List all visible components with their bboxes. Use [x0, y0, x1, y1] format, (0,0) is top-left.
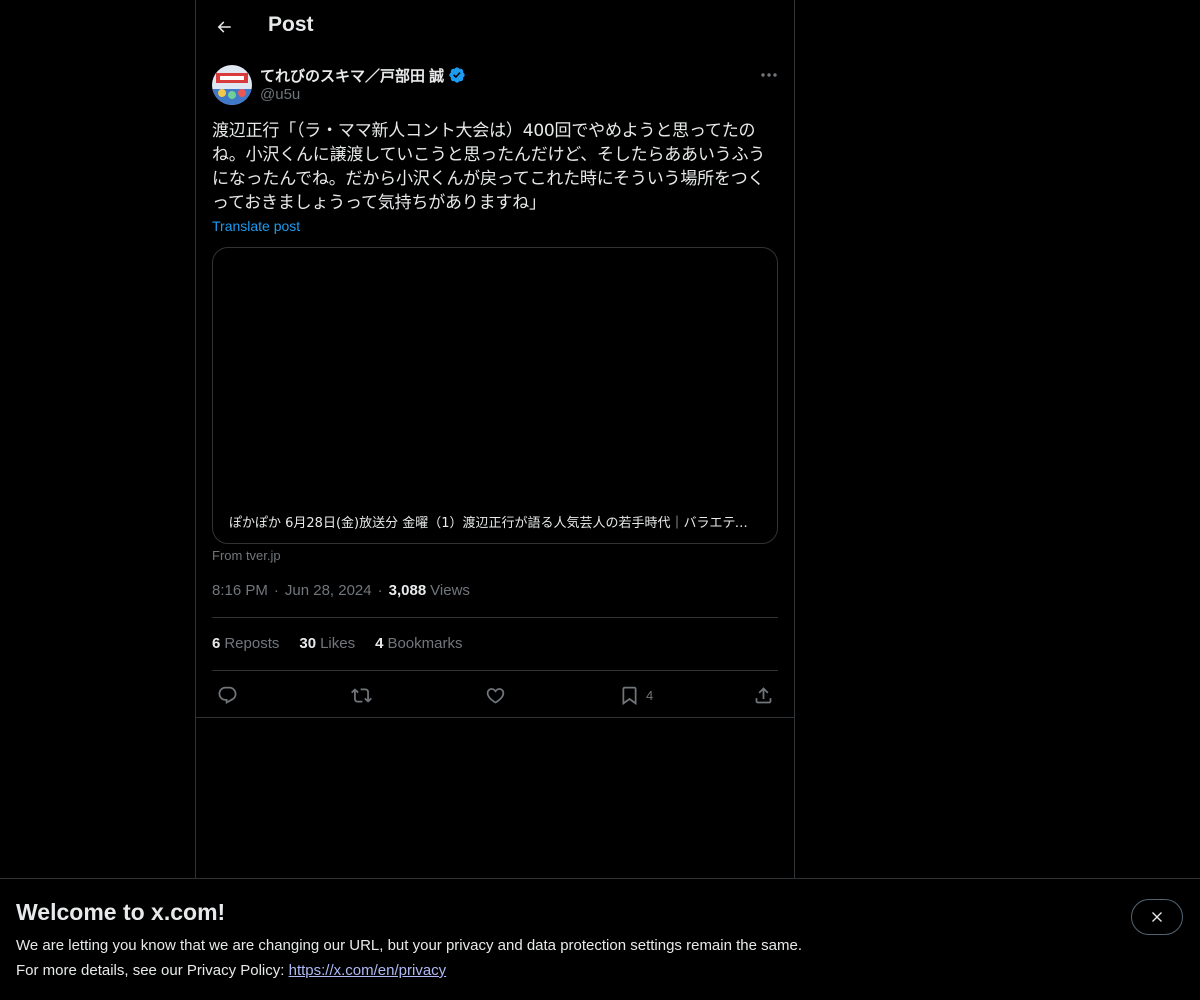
banner-privacy-prefix: For more details, see our Privacy Policy…	[16, 962, 285, 979]
bookmark-icon	[619, 685, 640, 706]
post-time[interactable]: 8:16 PM	[212, 582, 268, 599]
reply-icon	[217, 685, 238, 706]
link-card[interactable]: ぽかぽか 6月28日(金)放送分 金曜（1）渡辺正行が語る人気芸人の若手時代｜バ…	[212, 247, 778, 544]
views-label: Views	[430, 582, 470, 599]
bookmark-button[interactable]: 4	[619, 682, 653, 708]
likes-count: 30	[299, 635, 317, 652]
card-source[interactable]: From tver.jp	[212, 548, 281, 563]
more-button[interactable]	[758, 66, 780, 84]
divider	[212, 617, 778, 618]
banner-title: Welcome to x.com!	[16, 899, 226, 925]
post-date[interactable]: Jun 28, 2024	[285, 582, 372, 599]
post-column: Post てれびのスキマ／戸部田 誠 @u5u 渡辺正行「（ラ・ママ新人コント大…	[195, 0, 795, 878]
post-meta: 8:16 PM · Jun 28, 2024 · 3,088 Views	[212, 582, 470, 599]
privacy-policy-link[interactable]: https://x.com/en/privacy	[289, 962, 447, 979]
like-button[interactable]	[485, 682, 506, 708]
separator-dot: ·	[377, 582, 383, 599]
close-banner-button[interactable]	[1131, 899, 1183, 935]
page-title: Post	[268, 13, 314, 36]
post-text: 渡辺正行「（ラ・ママ新人コント大会は）400回でやめようと思ってたのね。小沢くん…	[212, 121, 766, 213]
reposts-stat[interactable]: 6 Reposts	[212, 635, 279, 652]
bookmarks-stat[interactable]: 4 Bookmarks	[375, 635, 462, 652]
translate-post-link[interactable]: Translate post	[212, 218, 300, 234]
banner-privacy-line: For more details, see our Privacy Policy…	[16, 962, 446, 979]
author-name-row[interactable]: てれびのスキマ／戸部田 誠	[260, 64, 466, 86]
banner-message: We are letting you know that we are chan…	[16, 937, 802, 954]
engagement-stats: 6 Reposts 30 Likes 4 Bookmarks	[212, 635, 462, 652]
more-dots-icon	[761, 72, 777, 78]
reposts-count: 6	[212, 635, 221, 652]
repost-icon	[351, 685, 372, 706]
share-button[interactable]	[753, 682, 774, 708]
bookmark-count: 4	[646, 687, 654, 703]
bookmarks-count: 4	[375, 635, 384, 652]
views-count: 3,088	[388, 582, 427, 599]
welcome-banner: Welcome to x.com! We are letting you kno…	[0, 878, 1200, 1000]
divider	[212, 670, 778, 671]
divider	[196, 717, 794, 718]
reply-button[interactable]	[217, 682, 238, 708]
likes-stat[interactable]: 30 Likes	[299, 635, 355, 652]
heart-icon	[485, 685, 506, 706]
avatar[interactable]	[212, 65, 252, 105]
repost-button[interactable]	[351, 682, 372, 708]
back-button[interactable]	[212, 14, 236, 40]
action-bar: 4	[196, 672, 794, 718]
reposts-label: Reposts	[224, 635, 280, 652]
card-caption: ぽかぽか 6月28日(金)放送分 金曜（1）渡辺正行が語る人気芸人の若手時代｜バ…	[229, 516, 759, 531]
close-icon	[1149, 909, 1165, 925]
author-name: てれびのスキマ／戸部田 誠	[260, 67, 445, 85]
author-handle[interactable]: @u5u	[260, 86, 300, 103]
verified-badge-icon	[448, 66, 466, 84]
header: Post	[196, 0, 794, 54]
share-icon	[753, 685, 774, 706]
arrow-left-icon	[215, 18, 233, 36]
separator-dot: ·	[273, 582, 279, 599]
likes-label: Likes	[320, 635, 356, 652]
page: Post てれびのスキマ／戸部田 誠 @u5u 渡辺正行「（ラ・ママ新人コント大…	[0, 0, 1200, 1000]
bookmarks-label: Bookmarks	[387, 635, 463, 652]
